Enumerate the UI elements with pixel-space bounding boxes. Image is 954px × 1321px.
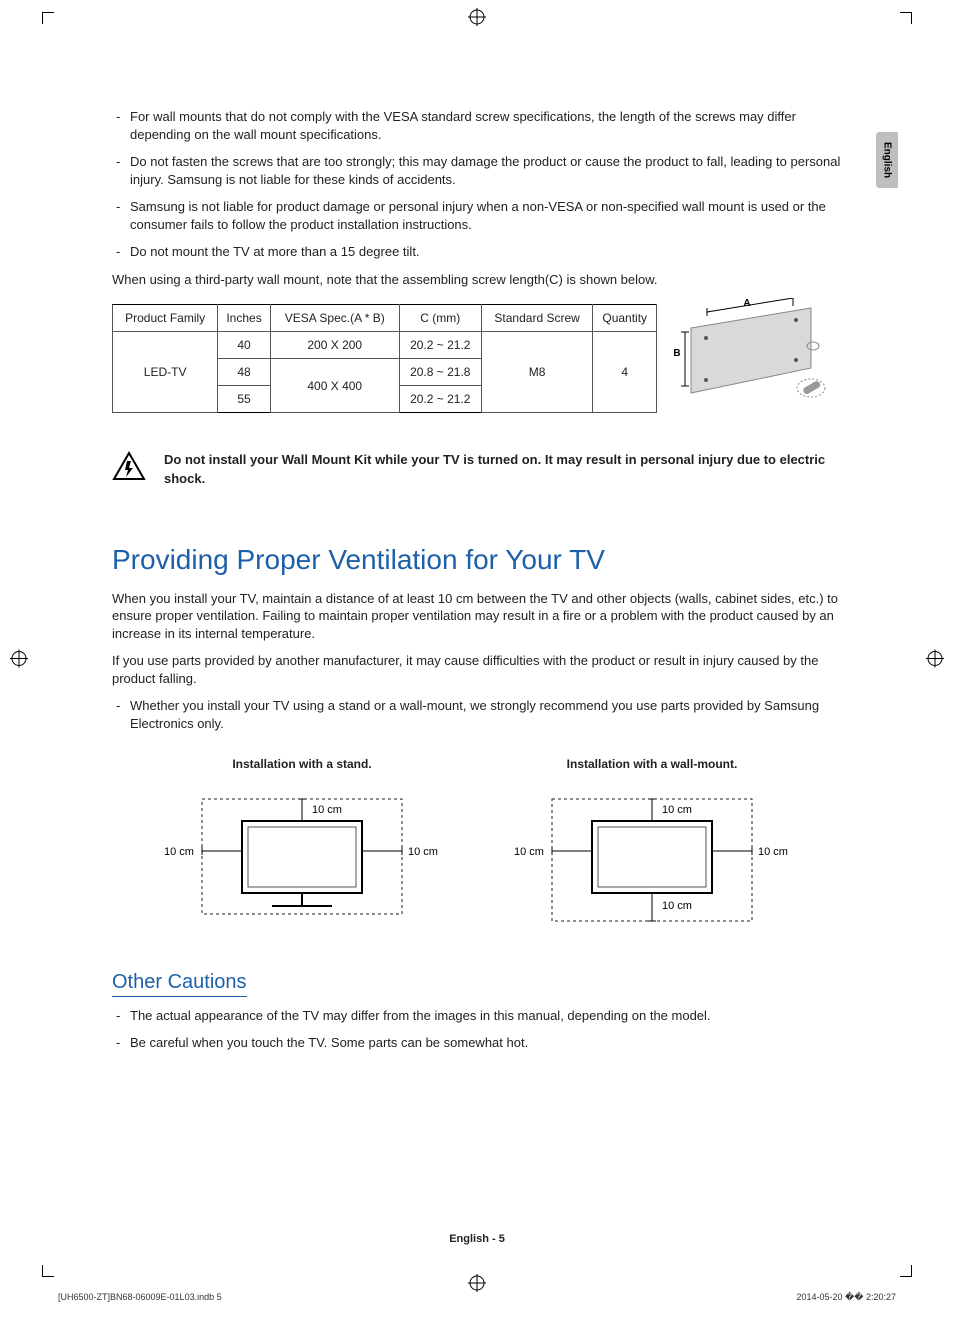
mount-plate-diagram: A B: [671, 298, 831, 408]
cell-inches: 55: [218, 386, 270, 413]
imprint-line: [UH6500-ZT]BN68-06009E-01L03.indb 5 2014…: [58, 1292, 896, 1303]
section-heading-ventilation: Providing Proper Ventilation for Your TV: [112, 544, 842, 576]
cell-screw: M8: [481, 332, 593, 413]
th-inches: Inches: [218, 305, 270, 332]
imprint-filename: [UH6500-ZT]BN68-06009E-01L03.indb 5: [58, 1292, 222, 1303]
svg-text:10 cm: 10 cm: [514, 846, 544, 858]
list-item: Be careful when you touch the TV. Some p…: [130, 1034, 842, 1052]
vesa-spec-table: Product Family Inches VESA Spec.(A * B) …: [112, 304, 657, 413]
ventilation-paragraph-1: When you install your TV, maintain a dis…: [112, 590, 842, 643]
th-screw: Standard Screw: [481, 305, 593, 332]
cell-vesa: 200 X 200: [270, 332, 399, 359]
cell-inches: 40: [218, 332, 270, 359]
svg-text:10 cm: 10 cm: [312, 804, 342, 816]
language-tab-label: English: [882, 142, 893, 178]
page-content: For wall mounts that do not comply with …: [112, 108, 842, 1062]
cell-c: 20.8 ~ 21.8: [399, 359, 481, 386]
install-stand-block: Installation with a stand. 10 cm: [152, 757, 452, 931]
registration-mark-top: [468, 8, 486, 31]
cell-c: 20.2 ~ 21.2: [399, 332, 481, 359]
svg-text:B: B: [673, 348, 680, 359]
list-item: The actual appearance of the TV may diff…: [130, 1007, 842, 1025]
svg-text:10 cm: 10 cm: [662, 900, 692, 912]
other-cautions-list: The actual appearance of the TV may diff…: [112, 1007, 842, 1052]
warning-icon: [112, 451, 146, 484]
registration-mark-left: [10, 649, 28, 672]
cell-family: LED-TV: [113, 332, 218, 413]
ventilation-paragraph-2: If you use parts provided by another man…: [112, 652, 842, 687]
install-wall-caption: Installation with a wall-mount.: [502, 757, 802, 771]
cell-vesa: 400 X 400: [270, 359, 399, 413]
section-heading-other-cautions: Other Cautions: [112, 971, 247, 997]
imprint-datetime: 2014-05-20 �� 2:20:27: [796, 1292, 896, 1303]
caution-list: For wall mounts that do not comply with …: [112, 108, 842, 261]
cell-c: 20.2 ~ 21.2: [399, 386, 481, 413]
list-item: For wall mounts that do not comply with …: [130, 108, 842, 143]
list-item: Do not mount the TV at more than a 15 de…: [130, 243, 842, 261]
install-wall-diagram: 10 cm 10 cm 10 cm 10 cm: [502, 781, 802, 931]
install-wall-block: Installation with a wall-mount. 10 cm 10…: [502, 757, 802, 931]
page-footer: English - 5: [0, 1233, 954, 1245]
svg-text:10 cm: 10 cm: [758, 846, 788, 858]
cell-inches: 48: [218, 359, 270, 386]
screw-length-note: When using a third-party wall mount, not…: [112, 271, 842, 289]
list-item: Do not fasten the screws that are too st…: [130, 153, 842, 188]
list-item: Whether you install your TV using a stan…: [130, 697, 842, 732]
list-item: Samsung is not liable for product damage…: [130, 198, 842, 233]
shock-warning: Do not install your Wall Mount Kit while…: [112, 451, 842, 487]
th-vesa: VESA Spec.(A * B): [270, 305, 399, 332]
th-c-mm: C (mm): [399, 305, 481, 332]
svg-text:A: A: [743, 298, 750, 309]
th-qty: Quantity: [593, 305, 657, 332]
svg-text:10 cm: 10 cm: [164, 846, 194, 858]
ventilation-recommendation-list: Whether you install your TV using a stan…: [112, 697, 842, 732]
install-stand-caption: Installation with a stand.: [152, 757, 452, 771]
warning-text: Do not install your Wall Mount Kit while…: [164, 451, 842, 487]
install-stand-diagram: 10 cm 10 cm 10 cm: [152, 781, 452, 931]
language-tab: English: [876, 132, 898, 188]
registration-mark-right: [926, 649, 944, 672]
cell-qty: 4: [593, 332, 657, 413]
svg-text:10 cm: 10 cm: [408, 846, 438, 858]
th-product-family: Product Family: [113, 305, 218, 332]
svg-text:10 cm: 10 cm: [662, 804, 692, 816]
